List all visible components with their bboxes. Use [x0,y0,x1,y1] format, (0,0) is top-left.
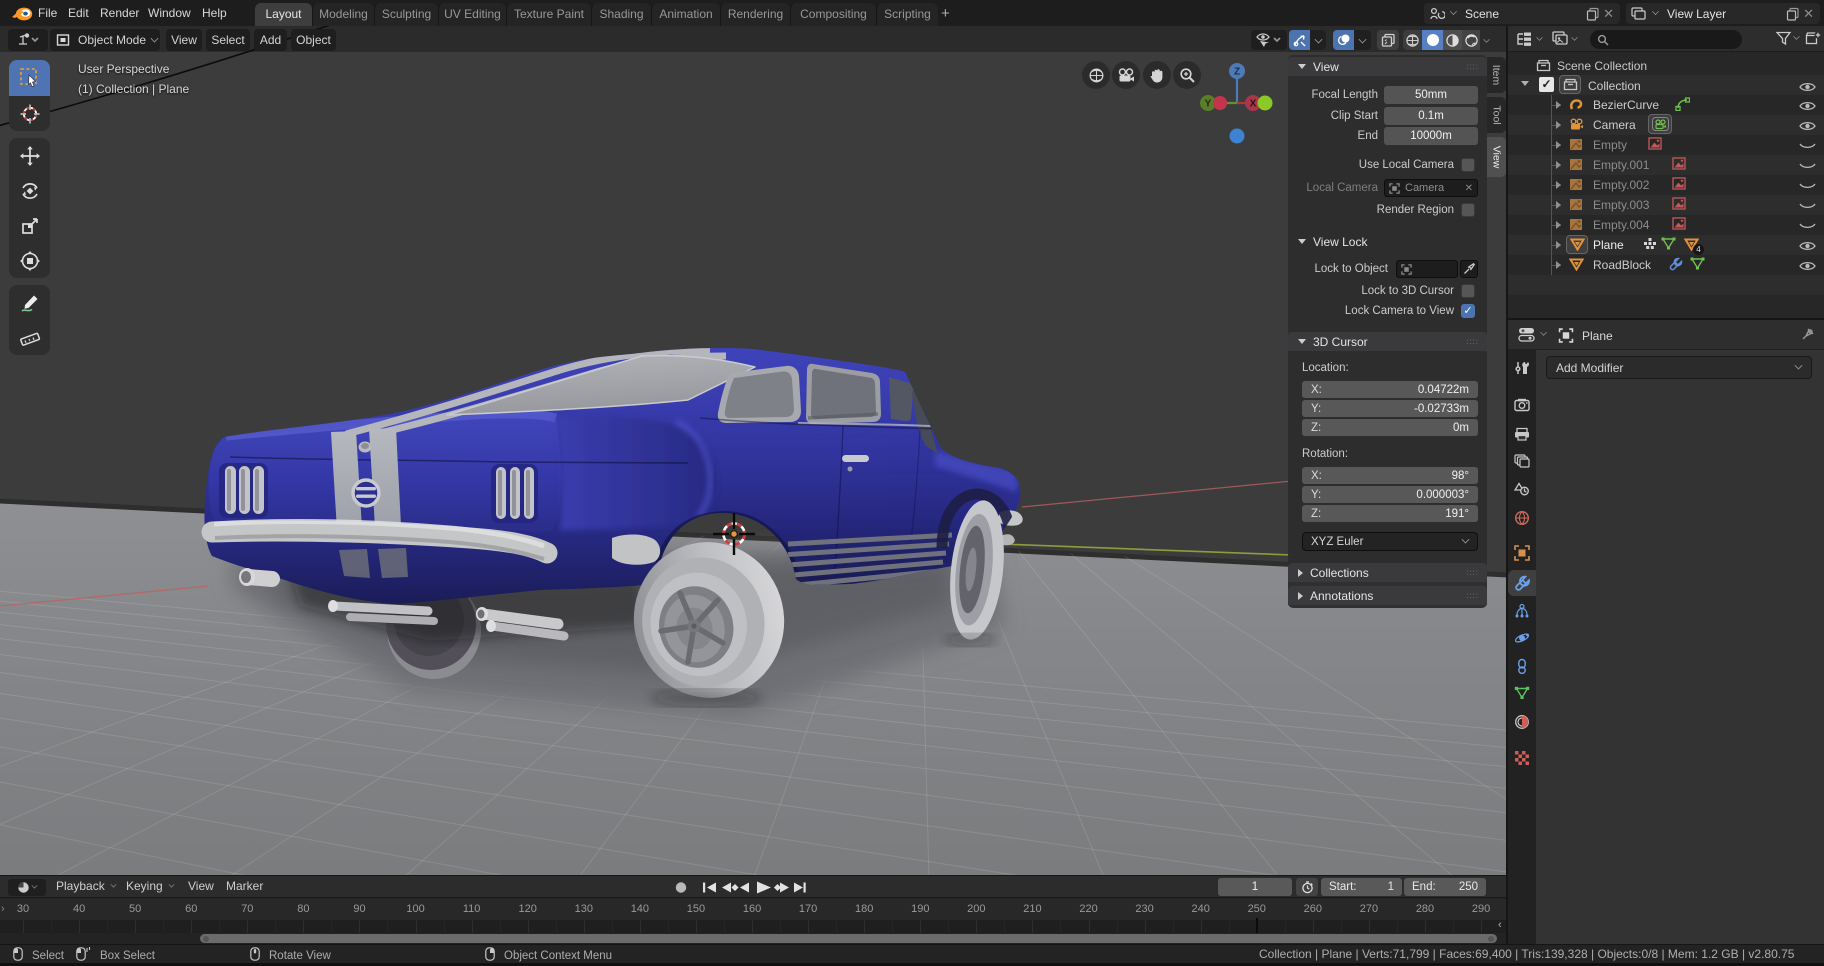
svg-text:Z: Z [1234,67,1240,78]
svg-text:Y: Y [1205,99,1212,110]
svg-text:X: X [1250,99,1257,110]
